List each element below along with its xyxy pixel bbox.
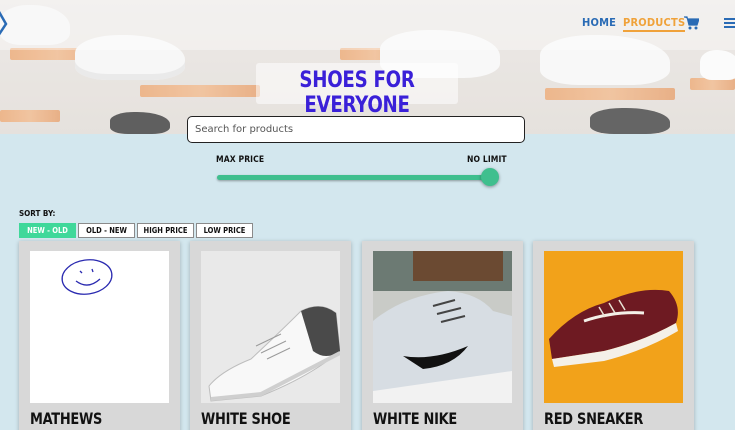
navbar: HOME PRODUCTS xyxy=(0,0,735,50)
nav-products-link[interactable]: PRODUCTS xyxy=(623,16,686,32)
search-input[interactable] xyxy=(187,116,525,143)
nav-home-link[interactable]: HOME xyxy=(582,16,616,29)
product-image[interactable] xyxy=(201,251,340,403)
sort-by-label: SORT BY: xyxy=(19,209,56,218)
product-card[interactable]: WHITE SHOE xyxy=(190,241,351,430)
sort-new-old-button[interactable]: NEW - OLD xyxy=(19,223,76,238)
product-title: WHITE NIKE xyxy=(373,409,458,428)
product-card[interactable]: RED SNEAKER xyxy=(533,241,694,430)
product-card[interactable]: MATHEWS xyxy=(19,241,180,430)
logo-icon[interactable] xyxy=(0,4,10,42)
no-limit-label: NO LIMIT xyxy=(467,155,507,165)
product-image[interactable] xyxy=(30,251,169,403)
max-price-label: MAX PRICE xyxy=(216,155,265,165)
sort-old-new-button[interactable]: OLD - NEW xyxy=(78,223,135,238)
price-slider-handle[interactable] xyxy=(481,168,499,186)
hero-title: SHOES FOR EVERYONE xyxy=(299,68,415,118)
product-title: MATHEWS xyxy=(30,409,103,428)
hamburger-menu-icon[interactable] xyxy=(724,17,735,29)
product-image[interactable] xyxy=(373,251,512,403)
price-slider-track[interactable] xyxy=(217,175,497,180)
cart-icon[interactable] xyxy=(684,16,699,30)
product-card[interactable]: WHITE NIKE xyxy=(362,241,523,430)
sort-low-price-button[interactable]: LOW PRICE xyxy=(196,223,253,238)
product-title: RED SNEAKER xyxy=(544,409,644,428)
product-image[interactable] xyxy=(544,251,683,403)
product-title: WHITE SHOE xyxy=(201,409,291,428)
sort-high-price-button[interactable]: HIGH PRICE xyxy=(137,223,194,238)
